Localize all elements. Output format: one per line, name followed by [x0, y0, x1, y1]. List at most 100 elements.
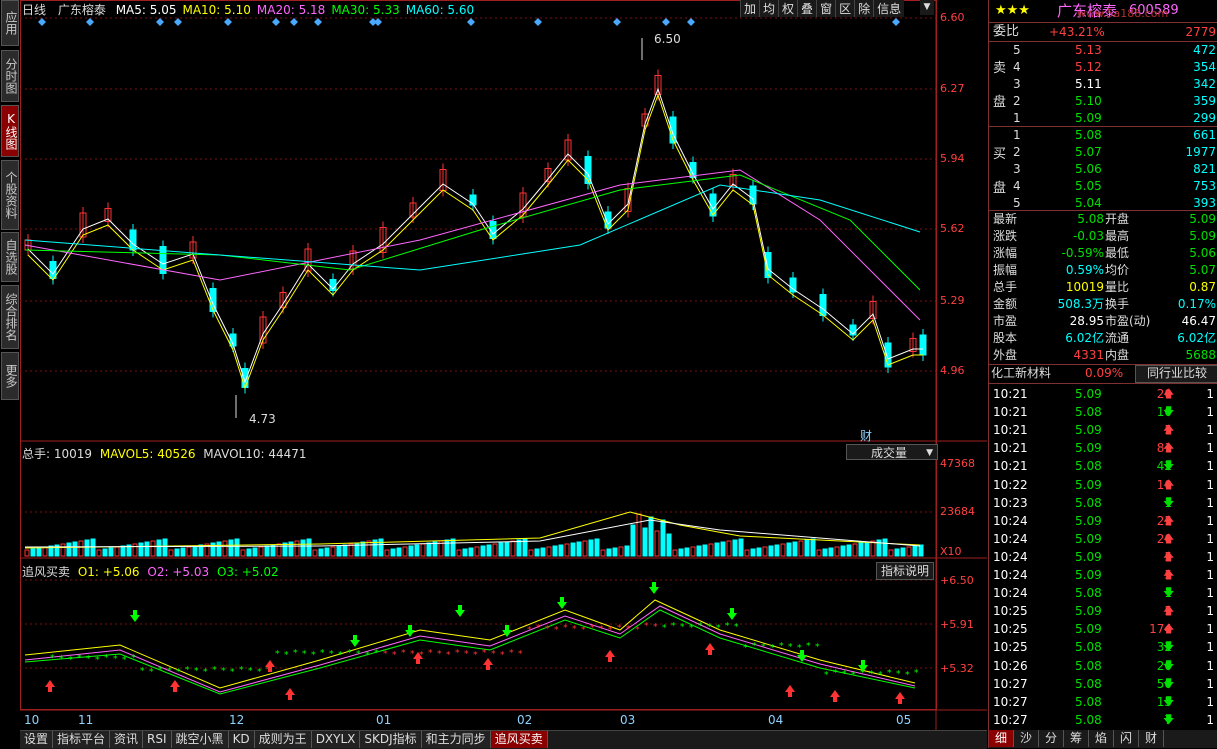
indicator-tab[interactable]: DXYLX [311, 731, 361, 748]
level-number: 1 [1013, 128, 1021, 142]
event-diamond-icon[interactable] [613, 18, 621, 26]
volume-bar [384, 549, 390, 557]
toolbar-button-7[interactable]: 信息 [873, 0, 905, 17]
nav-tab-4[interactable]: 自选股 [1, 232, 19, 282]
toolbar-button-4[interactable]: 窗 [816, 0, 836, 17]
volume-bar [132, 543, 138, 557]
event-diamond-icon[interactable] [156, 18, 164, 26]
indicator-explain-button[interactable]: 指标说明 [876, 562, 934, 580]
indicator-tab[interactable]: 资讯 [110, 731, 144, 748]
tick-time: 10:21 [993, 441, 1028, 456]
stat-value: 5688 [1185, 348, 1216, 362]
price-axis-label: 6.60 [940, 11, 965, 24]
signal-star-icon: * [185, 665, 190, 675]
event-diamond-icon[interactable] [374, 18, 382, 26]
rating-stars-icon: ★★★ [995, 3, 1030, 18]
event-diamond-icon[interactable] [86, 18, 94, 26]
industry-compare-button[interactable]: 同行业比较 [1135, 365, 1217, 383]
indicator-tab[interactable]: 指标平台 [53, 731, 111, 748]
event-diamond-icon[interactable] [224, 18, 232, 26]
date-axis-label: 01 [376, 713, 392, 727]
quote-tab[interactable]: 沙 [1014, 730, 1039, 747]
nav-tab-3[interactable]: 个股资料 [1, 160, 19, 230]
sell-level-row[interactable]: 2 5.10 359 [989, 93, 1217, 110]
signal-star-icon: * [140, 666, 145, 676]
finance-marker[interactable]: 财 [860, 427, 872, 444]
volume-bar [672, 549, 678, 557]
event-diamond-icon[interactable] [314, 18, 322, 26]
buy-level-row[interactable]: 1 5.08 661 [989, 127, 1217, 144]
nav-tab-2[interactable]: K线图 [1, 105, 19, 157]
buy-level-row[interactable]: 4 5.05 753 [989, 178, 1217, 195]
signal-star-icon: * [221, 666, 226, 676]
sell-price: 5.09 [1075, 111, 1102, 125]
volume-bar [294, 540, 300, 557]
volume-indicator-selector[interactable]: 成交量 ▼ [846, 444, 938, 460]
signal-star-icon: * [851, 670, 856, 680]
buy-price: 5.05 [1075, 179, 1102, 193]
toolbar-dropdown-icon[interactable]: ▼ [920, 0, 934, 15]
buy-level-row[interactable]: 3 5.06 821 [989, 161, 1217, 178]
toolbar-button-3[interactable]: 叠 [797, 0, 817, 17]
signal-star-icon: * [122, 655, 127, 665]
event-diamond-icon[interactable] [687, 18, 695, 26]
weibi-value: +43.21% [1049, 25, 1105, 39]
indicator-tab[interactable]: KD [228, 731, 255, 748]
buy-level-row[interactable]: 2 5.07 1977 [989, 144, 1217, 161]
signal-star-icon: * [527, 625, 532, 635]
sell-level-row[interactable]: 3 5.11 342 [989, 76, 1217, 93]
sell-level-row[interactable]: 1 5.09 299 [989, 110, 1217, 127]
volume-bar [810, 538, 816, 557]
tick-price: 5.08 [1075, 640, 1102, 655]
event-diamond-icon[interactable] [662, 18, 670, 26]
event-diamond-icon[interactable] [892, 18, 900, 26]
event-diamond-icon[interactable] [272, 18, 280, 26]
event-diamond-icon[interactable] [290, 18, 298, 26]
toolbar-button-6[interactable]: 除 [854, 0, 874, 17]
indicator-header: 追风买卖 O1: +5.06 O2: +5.03 O3: +5.02 [22, 563, 279, 580]
signal-star-icon: * [437, 649, 442, 659]
indicator-tab[interactable]: 设置 [20, 731, 54, 748]
indicator-tab[interactable]: SKDJ指标 [360, 731, 422, 748]
signal-star-icon: * [455, 648, 460, 658]
nav-tab-1[interactable]: 分时图 [1, 50, 19, 102]
volume-bar [864, 541, 870, 557]
signal-star-icon: * [545, 624, 550, 634]
volume-bar [300, 539, 306, 557]
sell-level-row[interactable]: 5 5.13 472 [989, 42, 1217, 59]
quote-tab[interactable]: 筹 [1064, 730, 1089, 747]
quote-tab[interactable]: 细 [989, 730, 1014, 747]
indicator-tab[interactable]: RSI [143, 731, 172, 748]
toolbar-button-0[interactable]: 加 [740, 0, 760, 17]
quote-tab[interactable]: 焰 [1089, 730, 1114, 747]
stat-value: 0.87 [1189, 280, 1216, 294]
nav-tab-6[interactable]: 更多 [1, 352, 19, 400]
indicator-tab[interactable]: 追风买卖 [490, 731, 548, 748]
tick-row: 10:22 5.09 10 🡅 1 [989, 476, 1217, 494]
volume-bar [690, 546, 696, 557]
nav-tab-5[interactable]: 综合排名 [1, 285, 19, 349]
kline-chart-area[interactable]: * * * * * * * * * * * * * * * * * * * * * * * * * * * * * * * * * * * * * * * *… [20, 0, 987, 730]
toolbar-button-5[interactable]: 区 [835, 0, 855, 17]
toolbar-button-1[interactable]: 均 [759, 0, 779, 17]
ma-legend-item: MA10: 5.10 [182, 3, 251, 17]
indicator-tab[interactable]: 成则为王 [254, 731, 312, 748]
volume-bar [906, 546, 912, 557]
indicator-tab[interactable]: 跳空小黑 [171, 731, 229, 748]
quote-tab[interactable]: 闪 [1114, 730, 1139, 747]
volume-bar [114, 546, 120, 557]
event-diamond-icon[interactable] [38, 18, 46, 26]
indicator-tab[interactable]: 和主力同步 [421, 731, 491, 748]
sell-level-row[interactable]: 4 5.12 354 [989, 59, 1217, 76]
event-diamond-icon[interactable] [174, 18, 182, 26]
quote-tab[interactable]: 财 [1139, 730, 1164, 747]
event-diamond-icon[interactable] [534, 18, 542, 26]
kline-chart-svg[interactable]: * * * * * * * * * * * * * * * * * * * * * * * * * * * * * * * * * * * * * * * *… [20, 0, 987, 730]
stat-label: 均价 [1105, 263, 1130, 277]
quote-tab[interactable]: 分 [1039, 730, 1064, 747]
nav-tab-0[interactable]: 应用 [1, 0, 19, 46]
indicator-axis-label: +5.91 [940, 618, 974, 631]
toolbar-button-2[interactable]: 权 [778, 0, 798, 17]
tick-price: 5.08 [1075, 405, 1102, 420]
event-diamond-icon[interactable] [467, 18, 475, 26]
